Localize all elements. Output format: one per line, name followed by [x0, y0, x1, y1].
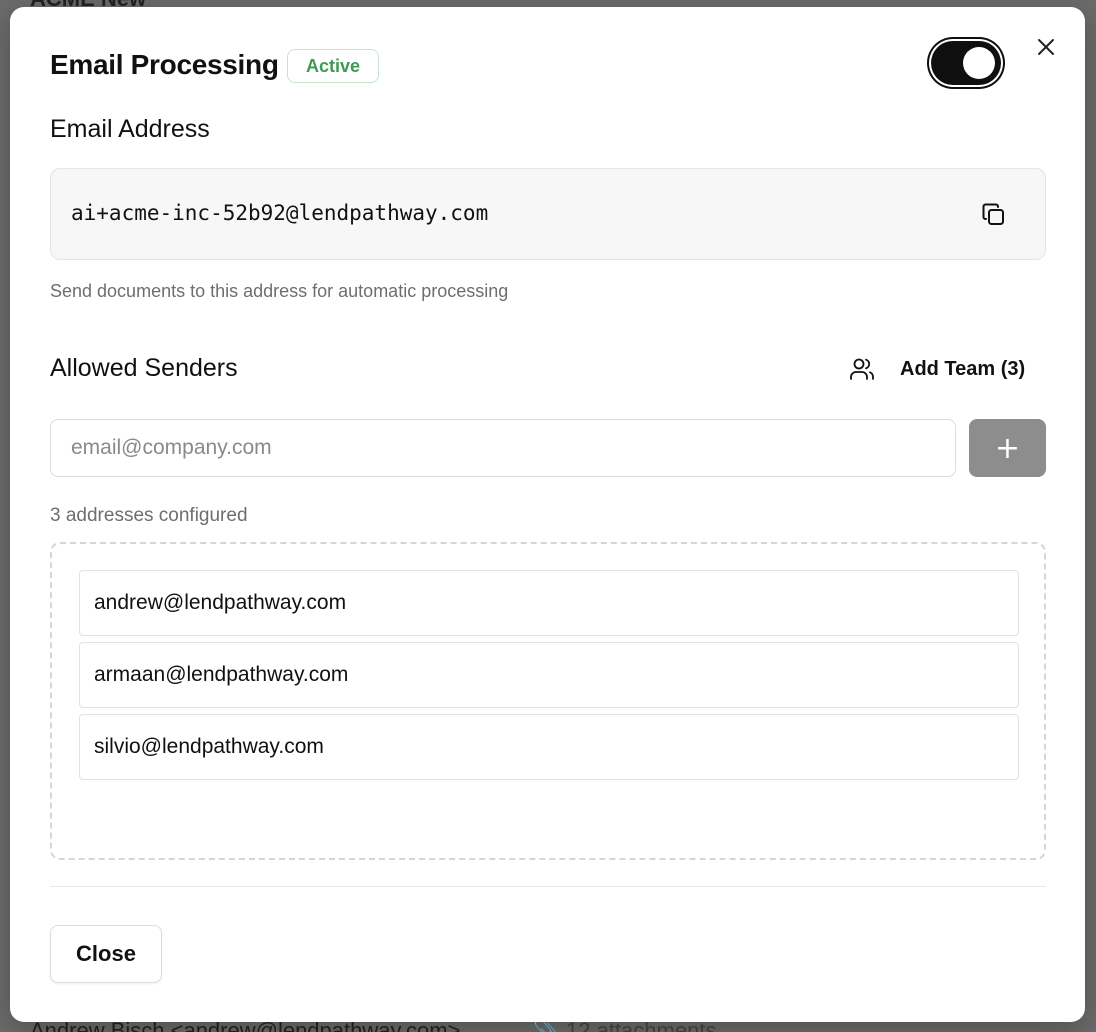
allowed-senders-label: Allowed Senders: [50, 354, 238, 382]
users-icon: [850, 358, 874, 380]
email-helper-text: Send documents to this address for autom…: [50, 281, 509, 301]
add-team-label: Add Team (3): [900, 357, 1026, 380]
email-address-box: ai+acme-inc-52b92@lendpathway.com: [50, 168, 1046, 260]
footer-divider: [50, 886, 1046, 887]
senders-count: 3 addresses configured: [50, 505, 248, 526]
sender-email-input[interactable]: [50, 419, 956, 477]
processing-toggle[interactable]: [931, 41, 1001, 85]
email-address-label: Email Address: [50, 115, 210, 143]
sender-list-item[interactable]: armaan@lendpathway.com: [79, 642, 1019, 708]
close-icon[interactable]: [1034, 35, 1058, 59]
close-button[interactable]: Close: [50, 925, 162, 983]
sender-list-item[interactable]: silvio@lendpathway.com: [79, 714, 1019, 780]
toggle-knob: [963, 47, 995, 79]
add-sender-button[interactable]: +: [969, 419, 1046, 477]
close-icon-glyph: [1038, 39, 1054, 55]
status-badge: Active: [287, 49, 379, 83]
sender-list-item[interactable]: andrew@lendpathway.com: [79, 570, 1019, 636]
add-team-button[interactable]: Add Team (3): [848, 351, 1025, 387]
copy-icon-glyph: [982, 203, 1004, 225]
email-processing-dialog: Email Processing Active Email Address ai…: [10, 7, 1085, 1022]
email-address-value: ai+acme-inc-52b92@lendpathway.com: [71, 201, 489, 225]
dialog-title: Email Processing: [50, 49, 279, 80]
senders-list: andrew@lendpathway.com armaan@lendpathwa…: [50, 542, 1046, 860]
copy-icon[interactable]: [980, 201, 1008, 229]
